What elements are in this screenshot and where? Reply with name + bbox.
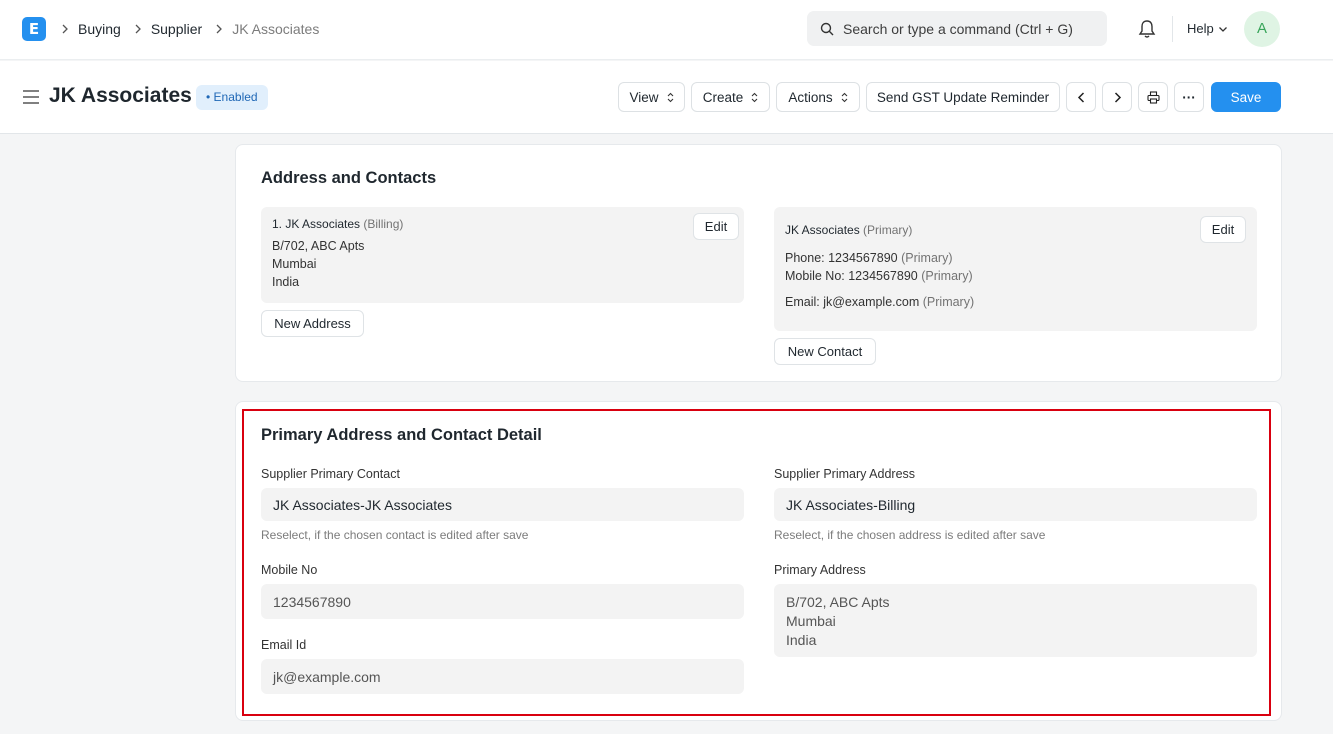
breadcrumb: Buying Supplier JK Associates xyxy=(60,20,331,38)
status-badge: • Enabled xyxy=(196,85,268,110)
address-title: 1. JK Associates xyxy=(272,217,361,231)
updown-icon xyxy=(841,92,848,102)
contact-name: JK Associates (Primary) xyxy=(785,223,912,237)
contact-phone: Phone: 1234567890 (Primary) xyxy=(785,251,953,265)
chevron-right-icon xyxy=(133,24,143,34)
avatar[interactable]: A xyxy=(1244,11,1280,47)
updown-icon xyxy=(751,92,758,102)
address-contacts-card: Address and Contacts 1. JK Associates (B… xyxy=(235,144,1282,382)
chevron-down-icon xyxy=(1218,26,1227,32)
bell-icon[interactable] xyxy=(1138,19,1156,39)
create-button[interactable]: Create xyxy=(691,82,770,112)
create-label: Create xyxy=(702,89,744,105)
actions-label: Actions xyxy=(788,89,833,105)
address-line: Mumbai xyxy=(272,257,317,271)
edit-address-button[interactable]: Edit xyxy=(693,213,739,240)
section-title-address-contacts: Address and Contacts xyxy=(261,169,437,187)
print-button[interactable] xyxy=(1138,82,1168,112)
view-label: View xyxy=(629,89,659,105)
more-button[interactable]: ··· xyxy=(1174,82,1204,112)
navbar: E Buying Supplier JK Associates Search o… xyxy=(0,0,1333,60)
next-button[interactable] xyxy=(1102,82,1132,112)
view-button[interactable]: View xyxy=(618,82,685,112)
edit-contact-button[interactable]: Edit xyxy=(1200,216,1246,243)
search-input[interactable]: Search or type a command (Ctrl + G) xyxy=(807,11,1107,46)
contact-type: (Primary) xyxy=(863,223,913,237)
search-placeholder: Search or type a command (Ctrl + G) xyxy=(843,20,1073,37)
app-logo[interactable]: E xyxy=(22,17,46,41)
contact-email-tag: (Primary) xyxy=(922,295,975,309)
contact-email: Email: jk@example.com (Primary) xyxy=(785,295,974,309)
chevron-left-icon xyxy=(1077,91,1084,103)
actions-button[interactable]: Actions xyxy=(776,82,860,112)
contact-phone-tag: (Primary) xyxy=(901,251,953,265)
chevron-right-icon xyxy=(60,24,70,34)
updown-icon xyxy=(667,92,673,102)
address-name: 1. JK Associates (Billing) xyxy=(272,217,403,231)
help-label: Help xyxy=(1187,21,1214,36)
contact-mobile: Mobile No: 1234567890 (Primary) xyxy=(785,269,973,283)
page-head: JK Associates • Enabled View Create Acti… xyxy=(0,61,1333,134)
contact-phone-value: Phone: 1234567890 xyxy=(785,251,898,265)
page-title: JK Associates xyxy=(49,84,192,107)
breadcrumb-supplier[interactable]: Supplier xyxy=(151,21,202,37)
new-address-button[interactable]: New Address xyxy=(261,310,364,337)
contact-mobile-tag: (Primary) xyxy=(921,269,973,283)
address-card: 1. JK Associates (Billing) B/702, ABC Ap… xyxy=(261,207,744,303)
previous-button[interactable] xyxy=(1066,82,1096,112)
address-line: India xyxy=(272,275,300,289)
nav-divider xyxy=(1172,16,1173,42)
send-gst-reminder-button[interactable]: Send GST Update Reminder xyxy=(866,82,1060,112)
help-dropdown[interactable]: Help xyxy=(1187,21,1228,36)
chevron-right-icon xyxy=(1114,91,1121,103)
address-line: B/702, ABC Apts xyxy=(272,239,365,253)
breadcrumb-current[interactable]: JK Associates xyxy=(232,21,319,37)
contact-email-value: Email: jk@example.com xyxy=(785,295,920,309)
save-button[interactable]: Save xyxy=(1211,82,1281,112)
hamburger-icon[interactable] xyxy=(23,90,39,104)
search-icon xyxy=(820,22,834,35)
address-type: (Billing) xyxy=(363,217,404,231)
contact-card: JK Associates (Primary) Phone: 123456789… xyxy=(774,207,1257,331)
status-label: Enabled xyxy=(213,90,258,104)
breadcrumb-buying[interactable]: Buying xyxy=(78,21,121,37)
highlight-box xyxy=(242,409,1271,716)
chevron-right-icon xyxy=(214,24,224,34)
contact-title: JK Associates xyxy=(785,223,860,237)
new-contact-button[interactable]: New Contact xyxy=(774,338,876,365)
printer-icon xyxy=(1146,90,1160,104)
contact-mobile-value: Mobile No: 1234567890 xyxy=(785,269,918,283)
